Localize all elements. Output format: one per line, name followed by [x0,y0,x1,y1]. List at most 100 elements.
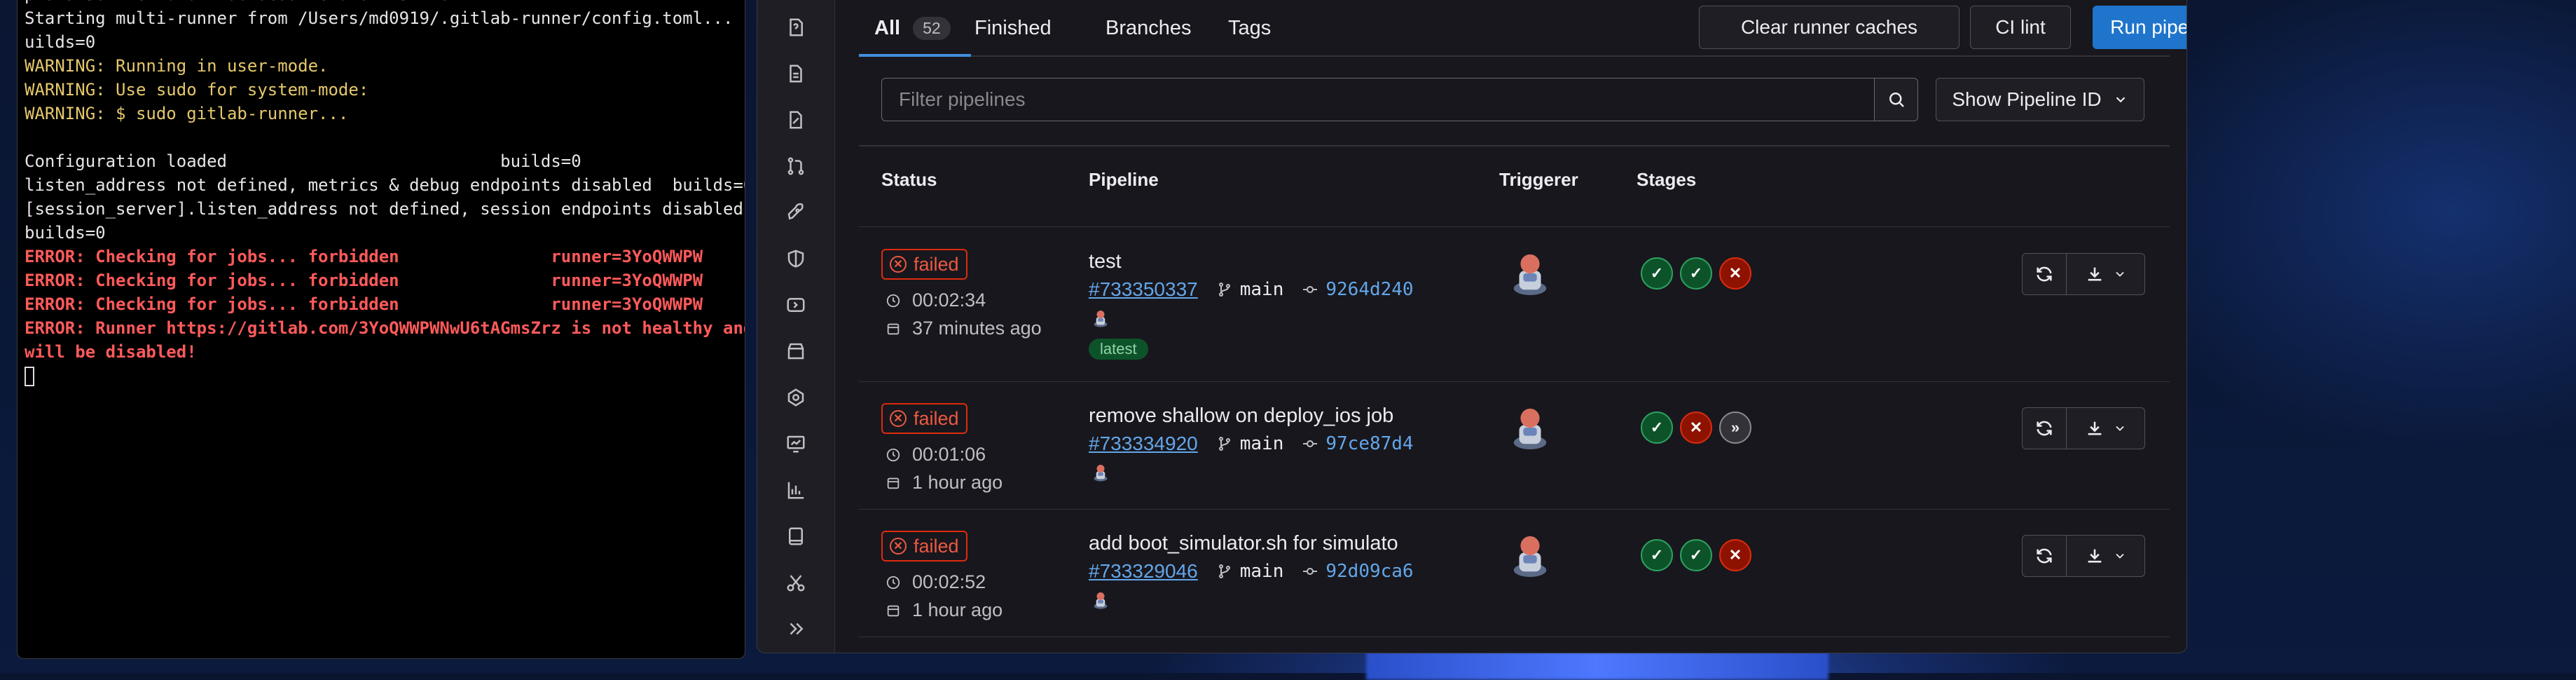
document-icon[interactable] [785,62,807,85]
sidebar-rail [757,0,835,653]
clock-icon [886,448,900,461]
chart-icon[interactable] [785,479,807,501]
created-at: 1 hour ago [886,472,1003,494]
filter-pipelines-input[interactable] [881,78,1875,121]
retry-button[interactable] [2022,535,2067,577]
stage-success-icon[interactable]: ✓ [1680,539,1712,571]
commit-sha: 97ce87d4 [1325,433,1414,454]
analytics-icon[interactable] [785,433,807,455]
terminal-line: ERROR: Checking for jobs... forbidden ru… [25,247,703,266]
branch-icon [1218,564,1230,578]
created-at: 37 minutes ago [886,318,1042,339]
header-status: Status [881,169,937,190]
monitor-icon[interactable] [785,386,807,409]
terminal-line: Starting multi-runner from /Users/md0919… [25,8,745,28]
pipeline-commit-title[interactable]: test [1089,250,1122,273]
branch-ref[interactable]: main [1216,433,1283,454]
terminal-line: uilds=0 [25,32,96,52]
pipeline-id-link[interactable]: #733329046 [1089,560,1198,583]
pipeline-row: ✕ failed 00:02:52 1 hour ago add boot_si… [859,510,2170,637]
status-badge[interactable]: ✕ failed [881,249,967,280]
commit-icon [1303,286,1318,293]
failed-status-icon: ✕ [890,410,907,427]
created-text: 1 hour ago [912,599,1003,620]
header-divider [859,226,2170,227]
tab-all[interactable]: All 52 [874,1,951,55]
status-text: failed [914,407,959,429]
tab-finished[interactable]: Finished [974,1,1052,55]
pipeline-commit-title[interactable]: remove shallow on deploy_ios job [1089,404,1393,428]
status-badge[interactable]: ✕ failed [881,531,967,562]
clear-runner-caches-button[interactable]: Clear runner caches [1699,6,1959,49]
stage-success-icon[interactable]: ✓ [1641,539,1673,571]
stage-failed-icon[interactable]: ✕ [1719,539,1751,571]
pipeline-id-link[interactable]: #733334920 [1089,433,1198,455]
stage-failed-icon[interactable]: ✕ [1719,257,1751,290]
commit-ref[interactable]: 92d09ca6 [1302,561,1414,582]
terminal-line: ERROR: Checking for jobs... forbidden ru… [25,294,703,314]
download-artifacts-dropdown[interactable] [2067,253,2145,295]
status-badge[interactable]: ✕ failed [881,403,967,434]
calendar-icon [887,477,900,489]
download-artifacts-dropdown[interactable] [2067,407,2145,449]
commit-ref[interactable]: 9264d240 [1302,279,1414,300]
retry-icon [2037,548,2052,564]
pipeline-refs: #733334920 main 97ce87d4 [1089,433,1414,455]
rocket-icon[interactable] [785,201,807,224]
commit-ref[interactable]: 97ce87d4 [1302,433,1414,454]
download-artifacts-dropdown[interactable] [2067,535,2145,577]
issues-icon[interactable] [785,16,807,39]
deployments-icon[interactable] [785,294,807,316]
pipeline-row: ✕ failed 00:02:34 37 minutes ago test #7… [859,228,2170,382]
tab-all-count: 52 [913,16,951,40]
triggerer-avatar[interactable] [1510,533,1550,577]
stage-success-icon[interactable]: ✓ [1641,412,1673,444]
ci-lint-button[interactable]: CI lint [1970,6,2071,49]
header-pipeline: Pipeline [1089,169,1159,190]
triggerer-avatar[interactable] [1510,252,1550,295]
wiki-icon[interactable] [785,525,807,548]
pipeline-stages: ✓ ✓ ✕ [1641,539,1751,571]
author-avatar[interactable] [1093,463,1108,482]
snippets-icon[interactable] [785,571,807,594]
terminal-window[interactable]: pid=91501 revision=43b2dc3d version=15.4… [17,0,745,659]
tab-tags[interactable]: Tags [1228,1,1271,55]
branch-ref[interactable]: main [1216,279,1284,300]
duration-text: 00:02:52 [912,571,986,592]
pipeline-stages: ✓ ✓ ✕ [1641,257,1751,290]
tab-branches[interactable]: Branches [1106,1,1192,55]
shield-icon[interactable] [785,247,807,270]
run-pipeline-button[interactable]: Run pipeline [2093,6,2186,49]
retry-button[interactable] [2022,407,2067,449]
terminal-line: [session_server].listen_address not defi… [25,199,743,219]
branch-name: main [1239,279,1284,300]
chevron-down-icon [2115,271,2124,277]
terminal-output: pid=91501 revision=43b2dc3d version=15.4… [25,0,745,388]
row-actions [2022,535,2145,577]
author-avatar[interactable] [1093,309,1108,327]
terminal-line: listen_address not defined, metrics & de… [25,175,745,195]
merge-request-icon[interactable] [785,155,807,177]
pipeline-commit-title[interactable]: add boot_simulator.sh for simulato [1089,532,1398,555]
duration: 00:02:52 [886,571,986,593]
chevron-down-icon [2115,553,2124,559]
triggerer-avatar[interactable] [1510,406,1550,449]
stage-failed-icon[interactable]: ✕ [1680,412,1712,444]
file-edit-icon[interactable] [785,109,807,131]
retry-button[interactable] [2022,253,2067,295]
terminal-cursor-line [25,364,745,388]
stage-success-icon[interactable]: ✓ [1680,257,1712,290]
search-button[interactable] [1875,78,1918,121]
expand-sidebar-icon[interactable] [785,618,807,640]
pipeline-id-link[interactable]: #733350337 [1089,278,1198,301]
table-top-border [859,145,2170,147]
stage-skipped-icon[interactable]: » [1719,412,1751,444]
chevron-down-icon [2116,97,2125,103]
show-pipeline-id-dropdown[interactable]: Show Pipeline ID [1936,78,2144,121]
author-avatar[interactable] [1093,591,1108,609]
branch-ref[interactable]: main [1216,561,1283,582]
package-icon[interactable] [785,340,807,362]
stage-success-icon[interactable]: ✓ [1641,257,1673,290]
tab-all-label: All [874,16,901,39]
